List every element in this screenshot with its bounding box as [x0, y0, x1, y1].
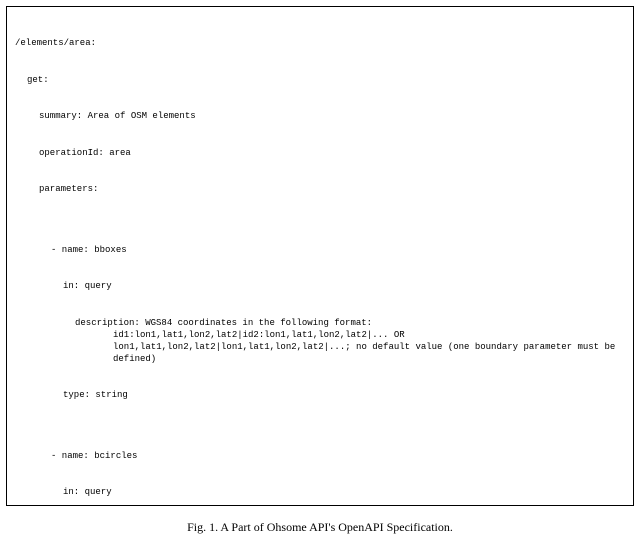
param-in-line: in: query — [15, 486, 625, 498]
summary-line: summary: Area of OSM elements — [15, 110, 625, 122]
param-name-value: bboxes — [94, 245, 126, 255]
summary-key: summary: — [39, 111, 88, 121]
param-in-value: query — [85, 281, 112, 291]
param-desc-line: description: WGS84 coordinates in the fo… — [15, 317, 625, 366]
param-in-line: in: query — [15, 280, 625, 292]
parameters-key: parameters: — [15, 183, 625, 195]
param-in-key: in: — [63, 281, 85, 291]
param-name-line: - name: bboxes — [15, 244, 625, 256]
param-name-value: bcircles — [94, 451, 137, 461]
param-desc-key: description: — [75, 318, 145, 328]
param-type-line: type: string — [15, 389, 625, 401]
param-name-line: - name: bcircles — [15, 450, 625, 462]
param-name-key: - name: — [51, 451, 94, 461]
path-line: /elements/area: — [15, 37, 625, 49]
param-in-key: in: — [63, 487, 85, 497]
param-type-key: type: — [63, 390, 95, 400]
summary-value: Area of OSM elements — [88, 111, 196, 121]
operationid-key: operationId: — [39, 148, 109, 158]
yaml-code: /elements/area: get: summary: Area of OS… — [15, 13, 625, 506]
param-in-value: query — [85, 487, 112, 497]
operationid-value: area — [109, 148, 131, 158]
operationid-line: operationId: area — [15, 147, 625, 159]
figure-caption: Fig. 1. A Part of Ohsome API's OpenAPI S… — [0, 520, 640, 535]
param-name-key: - name: — [51, 245, 94, 255]
param-desc-value: WGS84 coordinates in the following forma… — [113, 318, 621, 364]
method-line: get: — [15, 74, 625, 86]
param-type-value: string — [95, 390, 127, 400]
code-listing-frame: /elements/area: get: summary: Area of OS… — [6, 6, 634, 506]
